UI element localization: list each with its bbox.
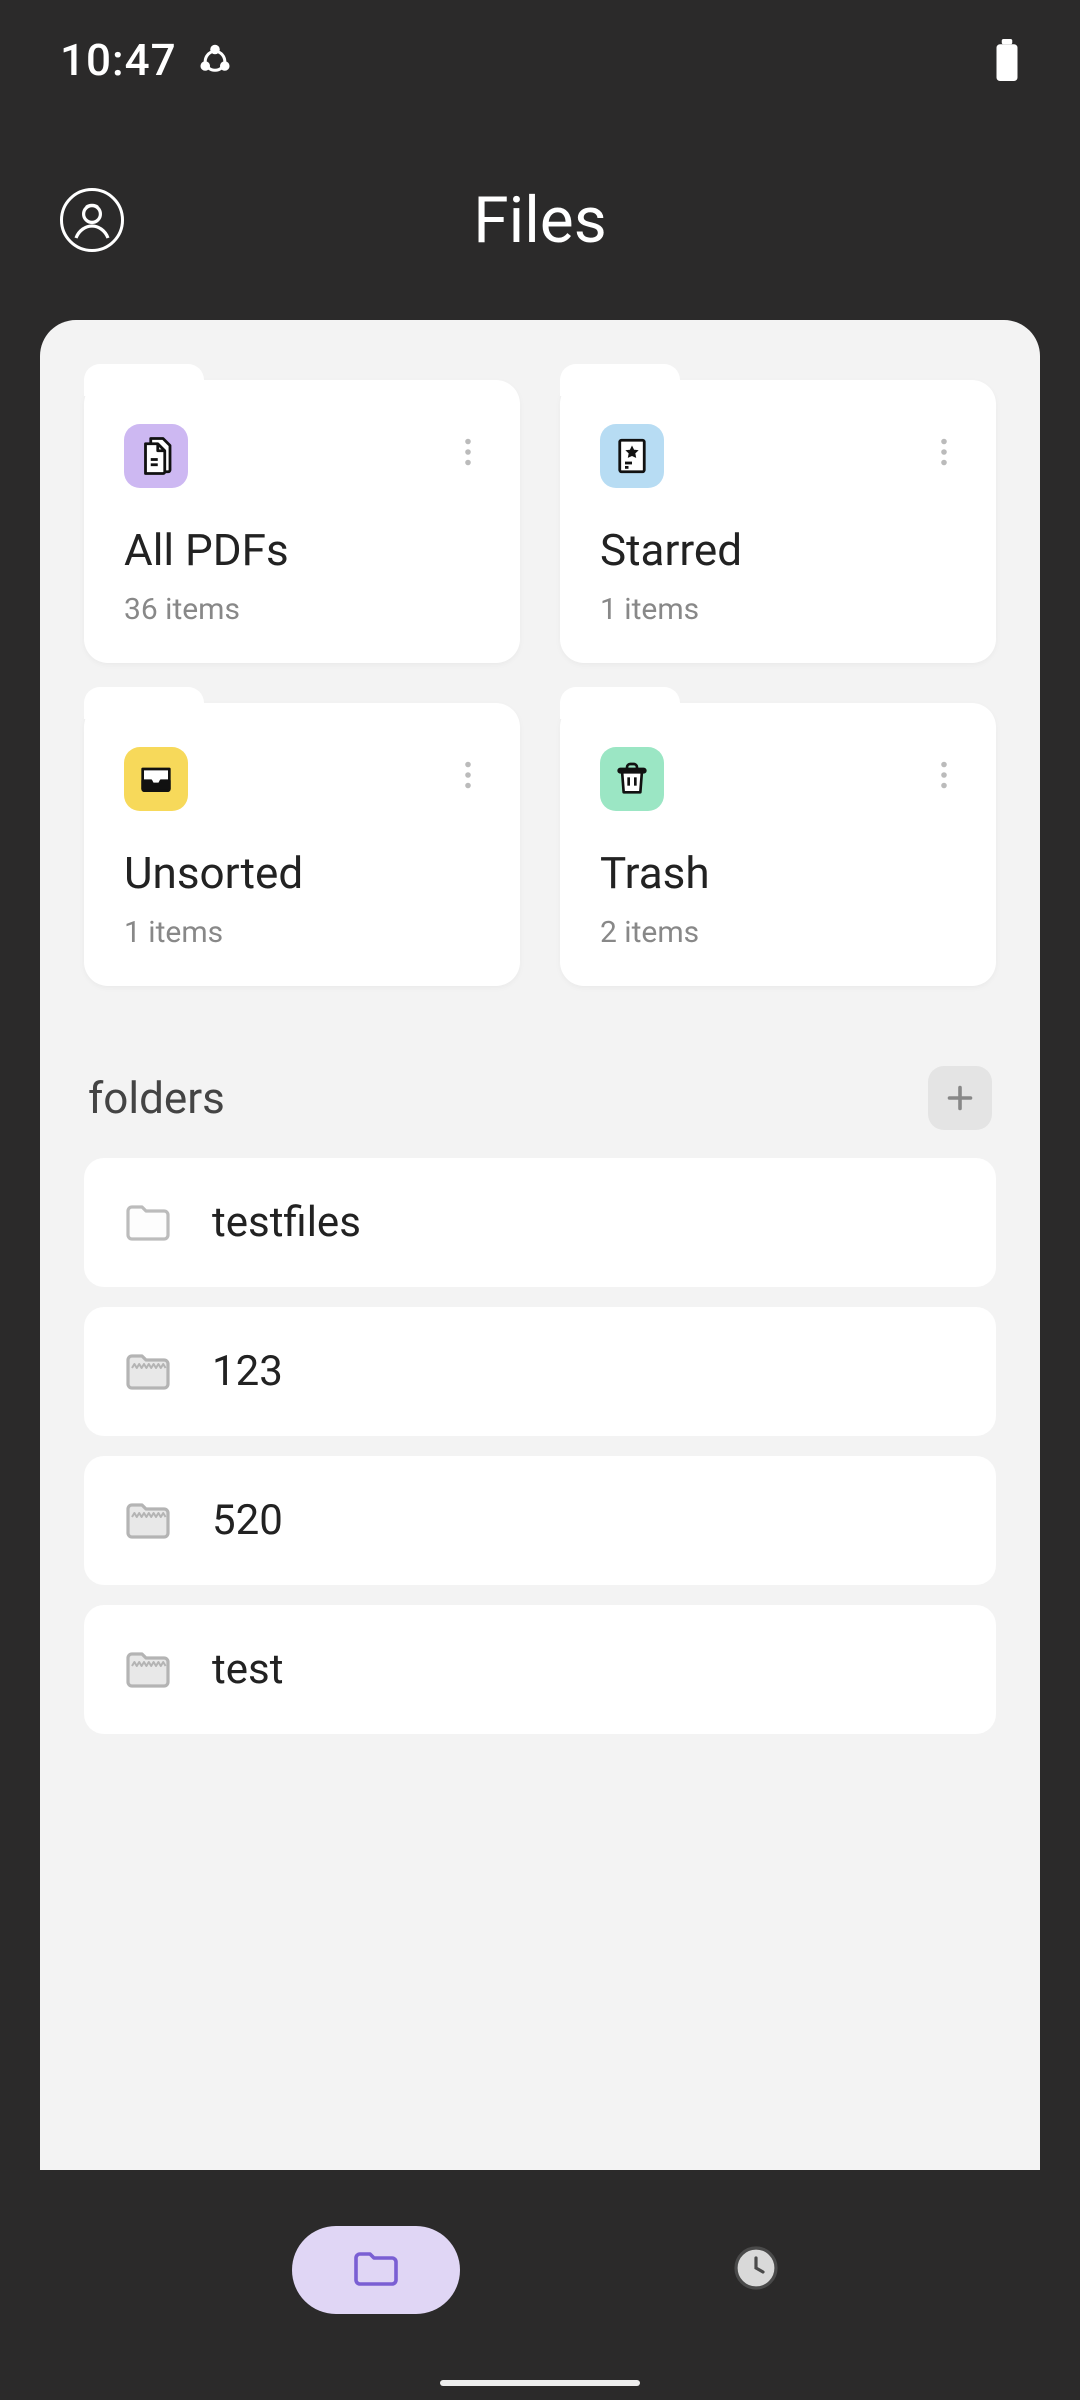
folder-name: 520	[212, 1496, 283, 1545]
nav-recent-tab[interactable]	[724, 2238, 788, 2302]
home-indicator[interactable]	[440, 2380, 640, 2386]
category-more-button[interactable]	[448, 432, 488, 472]
category-more-button[interactable]	[448, 755, 488, 795]
category-trash[interactable]: Trash 2 items	[560, 703, 996, 986]
category-title: Unsorted	[124, 847, 480, 899]
bottom-nav	[0, 2200, 1080, 2340]
nav-files-tab[interactable]	[292, 2226, 460, 2314]
category-count: 1 items	[124, 915, 480, 950]
category-count: 36 items	[124, 592, 480, 627]
folder-item[interactable]: testfiles	[84, 1158, 996, 1287]
trash-icon	[600, 747, 664, 811]
folder-icon	[124, 1203, 172, 1243]
category-title: All PDFs	[124, 524, 480, 576]
status-bar: 10:47	[0, 0, 1080, 120]
tray-icon	[124, 747, 188, 811]
folder-name: testfiles	[212, 1198, 361, 1247]
page-title: Files	[473, 183, 606, 258]
category-count: 1 items	[600, 592, 956, 627]
add-folder-button[interactable]	[928, 1066, 992, 1130]
clock-nav-icon	[732, 2244, 780, 2296]
folder-item[interactable]: test	[84, 1605, 996, 1734]
folder-item[interactable]: 123	[84, 1307, 996, 1436]
category-title: Trash	[600, 847, 956, 899]
category-more-button[interactable]	[924, 432, 964, 472]
category-more-button[interactable]	[924, 755, 964, 795]
folders-title: folders	[88, 1072, 225, 1124]
status-left: 10:47	[60, 34, 233, 86]
folders-header: folders	[84, 1066, 996, 1130]
folder-name: 123	[212, 1347, 283, 1396]
category-count: 2 items	[600, 915, 956, 950]
folder-nav-icon	[352, 2248, 400, 2292]
category-title: Starred	[600, 524, 956, 576]
category-starred[interactable]: Starred 1 items	[560, 380, 996, 663]
battery-icon	[994, 39, 1020, 81]
folder-full-icon	[124, 1352, 172, 1392]
status-clock: 10:47	[60, 34, 177, 86]
folder-full-icon	[124, 1650, 172, 1690]
category-all-pdfs[interactable]: All PDFs 36 items	[84, 380, 520, 663]
app-header: Files	[0, 120, 1080, 320]
folder-name: test	[212, 1645, 283, 1694]
avatar[interactable]	[60, 188, 124, 252]
folder-full-icon	[124, 1501, 172, 1541]
category-unsorted[interactable]: Unsorted 1 items	[84, 703, 520, 986]
sync-icon	[197, 42, 233, 78]
category-grid: All PDFs 36 items Starred 1 items	[84, 380, 996, 986]
folder-item[interactable]: 520	[84, 1456, 996, 1585]
star-icon	[600, 424, 664, 488]
folder-list: testfiles 123 520	[84, 1158, 996, 1734]
pdf-icon	[124, 424, 188, 488]
main-panel: All PDFs 36 items Starred 1 items	[40, 320, 1040, 2170]
